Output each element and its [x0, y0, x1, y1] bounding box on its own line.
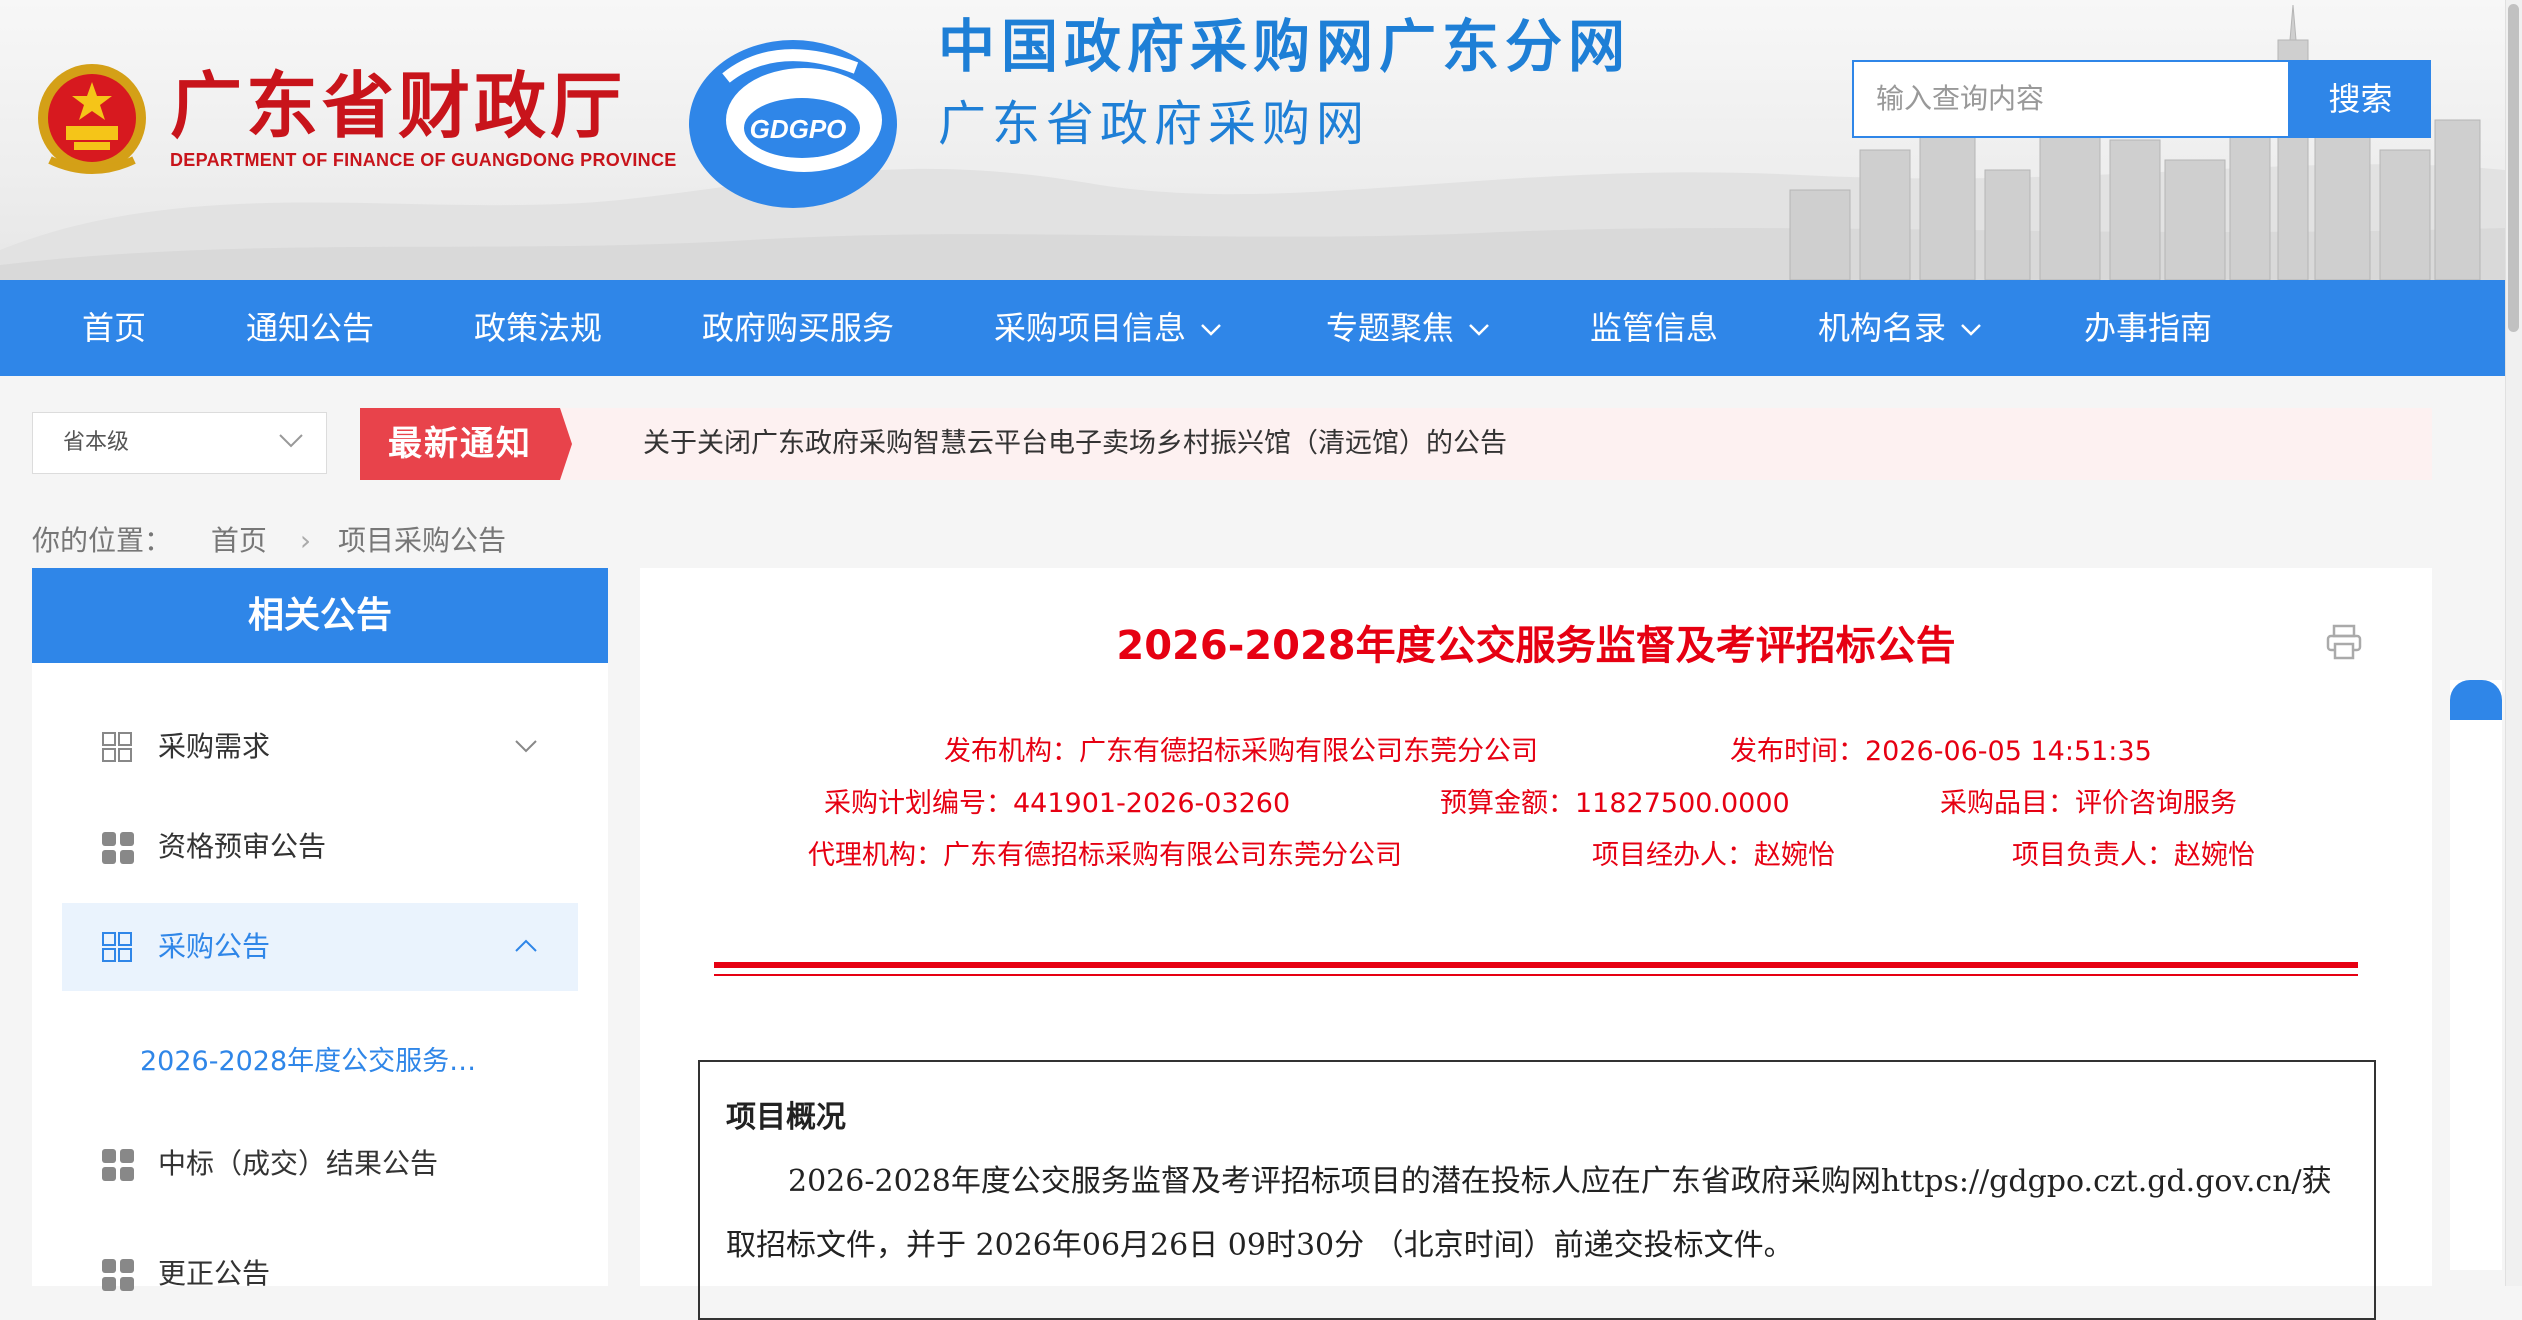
breadcrumb-home[interactable]: 首页: [211, 524, 267, 557]
sidebar-item-label: 更正公告: [158, 1257, 271, 1290]
nav-item-special-topics[interactable]: 专题聚焦: [1326, 280, 1490, 376]
meta-value: 广东有德招标采购有限公司东莞分公司: [943, 840, 1402, 871]
latest-notice-bar: 最新通知 关于关闭广东政府采购智慧云平台电子卖场乡村振兴馆（清远馆）的公告: [360, 408, 2432, 480]
overview-paragraph: 2026-2028年度公交服务监督及考评招标项目的潜在投标人应在广东省政府采购网…: [726, 1164, 2332, 1263]
site-title-primary: 中国政府采购网广东分网: [938, 13, 1631, 80]
chevron-down-icon: [515, 740, 537, 753]
meta-category: 采购品目：评价咨询服务: [1940, 784, 2237, 824]
meta-value: 赵婉怡: [2174, 840, 2255, 871]
grid-filled-icon: [102, 1259, 134, 1291]
meta-label: 发布时间：: [1730, 736, 1865, 767]
level-select-value: 省本级: [63, 430, 130, 455]
meta-value: 赵婉怡: [1754, 840, 1835, 871]
meta-value: 2026-06-05 14:51:35: [1865, 736, 2152, 767]
nav-item-home[interactable]: 首页: [82, 280, 146, 376]
nav-item-directory[interactable]: 机构名录: [1818, 280, 1982, 376]
print-icon[interactable]: [2326, 624, 2362, 660]
nav-label: 通知公告: [246, 309, 375, 347]
meta-value: 441901-2026-03260: [1013, 788, 1291, 819]
sidebar-item-label: 中标（成交）结果公告: [158, 1147, 439, 1180]
meta-handler: 项目经办人：赵婉怡: [1592, 836, 1835, 876]
meta-label: 采购品目：: [1940, 788, 2075, 819]
grid-outline-icon: [102, 932, 132, 962]
national-emblem-icon: [38, 64, 146, 174]
sidebar-item-label: 采购需求: [158, 730, 271, 763]
sidebar-item-corrections[interactable]: 更正公告: [62, 1230, 578, 1318]
gdgpo-logo-text: GDGPO: [750, 114, 847, 144]
meta-value: 广东有德招标采购有限公司东莞分公司: [1079, 736, 1538, 767]
nav-label: 监管信息: [1590, 309, 1719, 347]
department-name: 广东省财政厅: [170, 63, 627, 148]
sidebar-item-award-results[interactable]: 中标（成交）结果公告: [62, 1120, 578, 1208]
meta-value: 11827500.0000: [1575, 788, 1790, 819]
meta-budget: 预算金额：11827500.0000: [1440, 784, 1790, 824]
notice-link[interactable]: 关于关闭广东政府采购智慧云平台电子卖场乡村振兴馆（清远馆）的公告: [643, 408, 1507, 480]
site-header: 广东省财政厅 DEPARTMENT OF FINANCE OF GUANGDON…: [0, 0, 2505, 280]
grid-filled-icon: [102, 832, 134, 864]
breadcrumb-current[interactable]: 项目采购公告: [338, 524, 506, 557]
notice-tag: 最新通知: [388, 424, 532, 464]
nav-item-gov-purchase-services[interactable]: 政府购买服务: [702, 280, 894, 376]
meta-label: 代理机构：: [808, 840, 943, 871]
meta-label: 采购计划编号：: [824, 788, 1013, 819]
nav-item-policies[interactable]: 政策法规: [474, 280, 602, 376]
level-select[interactable]: 省本级: [32, 412, 327, 474]
floating-side-widget[interactable]: [2450, 680, 2502, 1270]
floating-widget-header: [2450, 680, 2502, 720]
search-button[interactable]: 搜索: [2290, 60, 2431, 138]
nav-label: 采购项目信息: [994, 309, 1187, 347]
nav-item-notices[interactable]: 通知公告: [246, 280, 374, 376]
article-panel: 2026-2028年度公交服务监督及考评招标公告 发布机构：广东有德招标采购有限…: [640, 568, 2432, 1320]
gdgpo-swirl-icon: GDGPO: [689, 40, 897, 208]
nav-label: 政府购买服务: [702, 309, 895, 347]
project-overview-box: 项目概况 2026-2028年度公交服务监督及考评招标项目的潜在投标人应在广东省…: [698, 1060, 2376, 1320]
nav-label: 办事指南: [2084, 309, 2213, 347]
meta-project-lead: 项目负责人：赵婉怡: [2012, 836, 2255, 876]
chevron-down-icon: [1961, 324, 1981, 336]
breadcrumb: 你的位置： 首页 › 项目采购公告: [32, 518, 512, 564]
site-title-secondary: 广东省政府采购网: [938, 96, 1371, 152]
meta-label: 项目负责人：: [2012, 840, 2174, 871]
city-skyline: [1789, 4, 2481, 280]
red-divider-thin: [714, 974, 2358, 976]
nav-item-supervision[interactable]: 监管信息: [1590, 280, 1718, 376]
main-nav: 首页 通知公告 政策法规 政府购买服务 采购项目信息 专题聚焦 监管信息 机构名…: [0, 280, 2505, 376]
sidebar-title: 相关公告: [32, 568, 608, 663]
breadcrumb-prefix: 你的位置：: [32, 524, 173, 557]
grid-filled-icon: [102, 1149, 134, 1181]
meta-value: 评价咨询服务: [2075, 788, 2237, 819]
chevron-down-icon: [1201, 324, 1221, 336]
sidebar-item-requirements[interactable]: 采购需求: [62, 703, 578, 791]
meta-label: 发布机构：: [944, 736, 1079, 767]
nav-label: 政策法规: [474, 309, 603, 347]
scrollbar-thumb[interactable]: [2508, 4, 2519, 332]
meta-label: 项目经办人：: [1592, 840, 1754, 871]
nav-label: 机构名录: [1818, 309, 1947, 347]
meta-plan-number: 采购计划编号：441901-2026-03260: [824, 784, 1290, 824]
nav-label: 专题聚焦: [1326, 309, 1455, 347]
nav-item-guide[interactable]: 办事指南: [2084, 280, 2212, 376]
meta-label: 预算金额：: [1440, 788, 1575, 819]
sidebar-item-prequalification[interactable]: 资格预审公告: [62, 803, 578, 891]
gdgpo-logo[interactable]: GDGPO: [686, 38, 901, 210]
chevron-down-icon: [1469, 324, 1489, 336]
nav-item-procurement-projects[interactable]: 采购项目信息: [994, 280, 1222, 376]
chevron-down-icon: [279, 434, 303, 448]
nav-label: 首页: [82, 309, 147, 347]
meta-publish-time: 发布时间：2026-06-05 14:51:35: [1730, 732, 2152, 772]
article-title: 2026-2028年度公交服务监督及考评招标公告: [1116, 623, 1956, 669]
breadcrumb-separator-icon: ›: [299, 524, 312, 557]
sidebar-subitem-current[interactable]: 2026-2028年度公交服务…: [140, 1037, 476, 1087]
red-divider-thick: [714, 962, 2358, 968]
sidebar-item-procurement-notice[interactable]: 采购公告: [62, 903, 578, 991]
grid-outline-icon: [102, 732, 132, 762]
chevron-up-icon: [515, 939, 537, 952]
meta-agency: 代理机构：广东有德招标采购有限公司东莞分公司: [808, 836, 1402, 876]
section-heading: 项目概况: [726, 1100, 846, 1135]
department-english-name: DEPARTMENT OF FINANCE OF GUANGDONG PROVI…: [170, 150, 677, 170]
sidebar-item-label: 资格预审公告: [158, 830, 327, 863]
sidebar-item-label: 采购公告: [158, 930, 271, 963]
search-input[interactable]: 输入查询内容: [1852, 60, 2290, 138]
meta-publisher: 发布机构：广东有德招标采购有限公司东莞分公司: [944, 732, 1538, 772]
